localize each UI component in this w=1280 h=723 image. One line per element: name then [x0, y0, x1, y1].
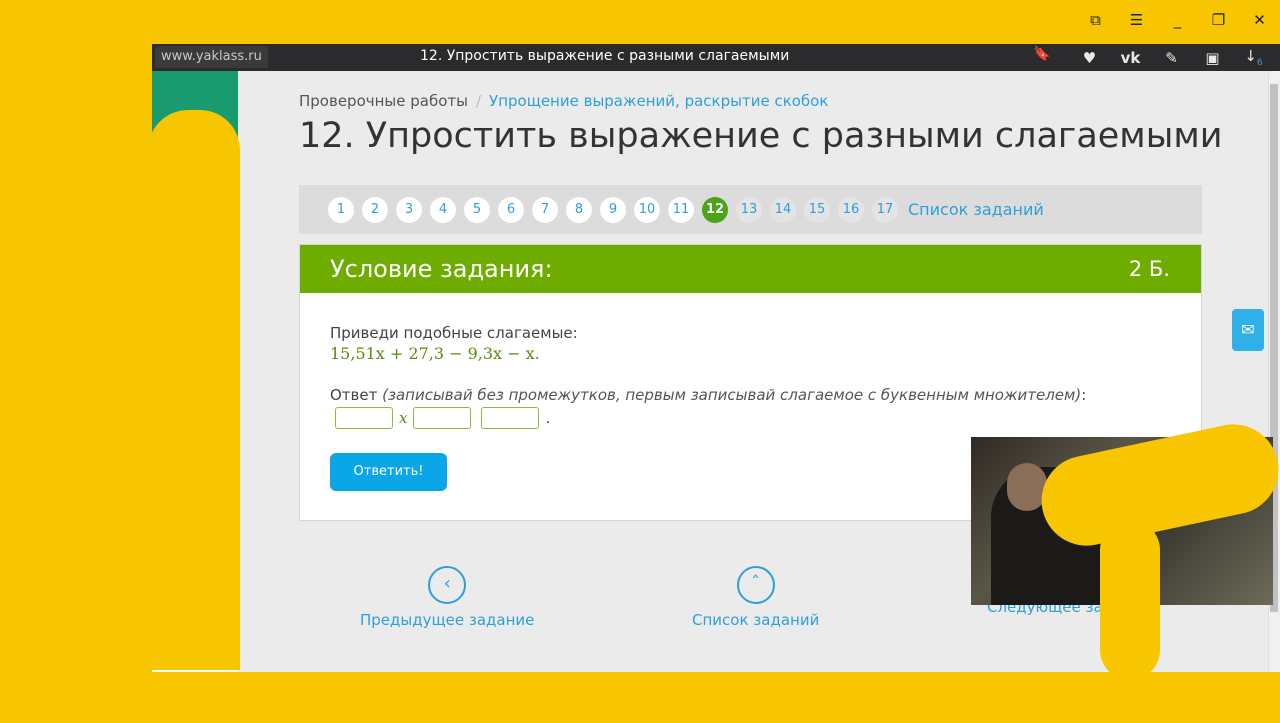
prev-task-label: Предыдущее задание [360, 611, 535, 629]
task-link-9[interactable]: 9 [600, 196, 626, 223]
task-link-2[interactable]: 2 [362, 196, 388, 223]
video-scribble [1100, 520, 1160, 680]
breadcrumb-current[interactable]: Упрощение выражений, раскрытие скобок [489, 92, 828, 110]
chevron-up-icon: ˆ [736, 566, 775, 604]
bookmark-icon[interactable]: 🔖 [1033, 46, 1050, 62]
page-title: 12. Упростить выражение с разными слагае… [299, 116, 1223, 156]
chevron-left-icon: ‹ [428, 566, 467, 604]
task-expression: 15,51x + 27,3 − 9,3x − x. [330, 344, 540, 363]
answer-coefficient-input[interactable] [335, 407, 393, 429]
task-link-6[interactable]: 6 [498, 196, 524, 223]
task-list-bottom-label: Список заданий [692, 611, 820, 629]
mail-icon[interactable]: ✉ [1232, 309, 1264, 351]
task-link-3[interactable]: 3 [396, 196, 422, 223]
task-card-header: Условие задания: 2 Б. [300, 245, 1201, 293]
left-scribble [148, 110, 240, 670]
url-bar[interactable]: www.yaklass.ru [155, 46, 268, 68]
task-link-8[interactable]: 8 [566, 196, 592, 223]
task-header-title: Условие задания: [330, 255, 553, 283]
task-question: Приведи подобные слагаемые: [330, 324, 578, 342]
answer-end-dot: . [545, 409, 551, 427]
menu-icon[interactable]: ☰ [1116, 11, 1157, 29]
favorites-icon[interactable]: ♥ [1069, 49, 1110, 67]
vk-icon[interactable]: vk [1110, 49, 1151, 67]
breadcrumb: Проверочные работы / Упрощение выражений, … [299, 92, 828, 110]
task-pagination: 1 2 3 4 5 6 7 8 9 10 11 12 13 14 15 16 1… [299, 185, 1202, 234]
task-link-14[interactable]: 14 [770, 196, 796, 223]
answer-constant-input[interactable] [481, 407, 540, 429]
task-link-17[interactable]: 17 [872, 196, 898, 223]
task-link-16[interactable]: 16 [838, 196, 864, 223]
messages-icon[interactable]: ✎ [1151, 49, 1192, 67]
task-link-13[interactable]: 13 [736, 196, 762, 223]
answer-sign-input[interactable] [413, 407, 472, 429]
task-link-current[interactable]: 12 [702, 196, 728, 223]
task-list-bottom-link[interactable]: ˆ Список заданий [692, 566, 819, 629]
task-link-4[interactable]: 4 [430, 196, 456, 223]
submit-button[interactable]: Ответить! [330, 453, 447, 491]
task-points: 2 Б. [1128, 257, 1170, 281]
tabs-icon[interactable]: ⧉ [1075, 11, 1116, 29]
prev-task-link[interactable]: ‹ Предыдущее задание [360, 566, 534, 629]
breadcrumb-root[interactable]: Проверочные работы [299, 92, 468, 110]
answer-label: Ответ [330, 386, 378, 404]
window-controls: ⧉ ☰ _ ❐ ✕ [1075, 0, 1280, 40]
wallet-icon[interactable]: ▣ [1192, 49, 1233, 67]
answer-hint: (записывай без промежутков, первым запис… [382, 386, 1082, 404]
breadcrumb-separator: / [475, 92, 482, 110]
task-link-10[interactable]: 10 [634, 196, 660, 223]
answer-fields: x . [335, 407, 550, 429]
task-link-7[interactable]: 7 [532, 196, 558, 223]
tab-title[interactable]: 12. Упростить выражение с разными слагае… [420, 44, 789, 71]
restore-icon[interactable]: ❐ [1198, 11, 1239, 29]
task-list-link[interactable]: Список заданий [908, 200, 1044, 219]
downloads-icon[interactable]: ↓6 [1233, 47, 1274, 68]
task-link-5[interactable]: 5 [464, 196, 490, 223]
answer-label-line: Ответ (записывай без промежутков, первым… [330, 386, 1086, 404]
minimize-icon[interactable]: _ [1157, 11, 1198, 29]
extension-toolbar: ♥ vk ✎ ▣ ↓6 [1069, 44, 1274, 71]
answer-variable: x [399, 409, 408, 427]
task-link-11[interactable]: 11 [668, 196, 694, 223]
bottom-scribble [0, 672, 1280, 723]
left-scribble [0, 44, 152, 723]
answer-colon: : [1081, 386, 1087, 404]
task-link-15[interactable]: 15 [804, 196, 830, 223]
task-link-1[interactable]: 1 [328, 196, 354, 223]
close-icon[interactable]: ✕ [1239, 11, 1280, 29]
